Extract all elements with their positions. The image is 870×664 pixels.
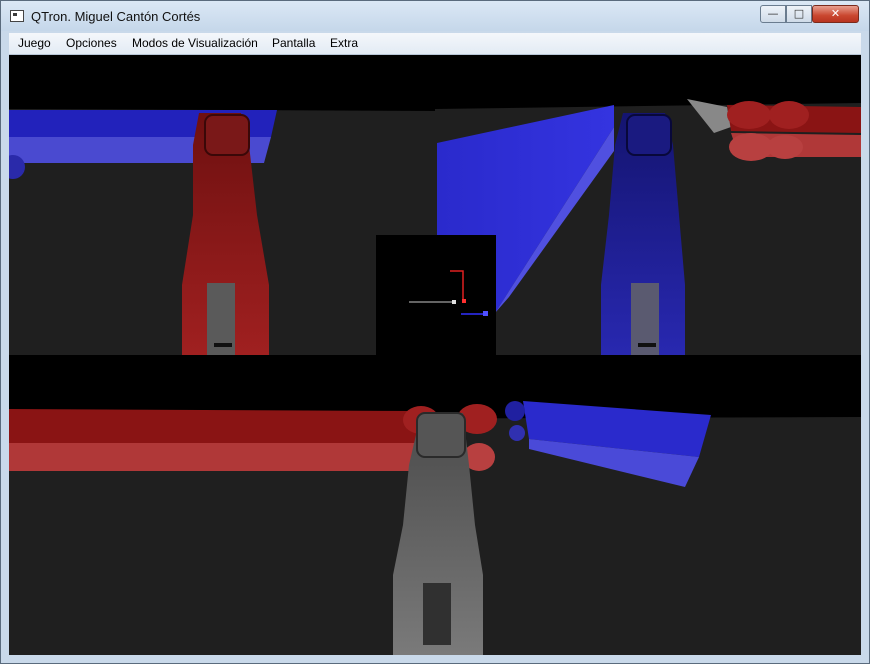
red-cycle-wheel — [767, 135, 803, 159]
app-window: QTron. Miguel Cantón Cortés — □ ✕ Juego … — [0, 0, 870, 664]
menu-extra[interactable]: Extra — [330, 36, 358, 50]
minimap-red-marker — [462, 299, 466, 303]
menu-opciones[interactable]: Opciones — [66, 36, 117, 50]
view-grey-player — [9, 355, 861, 655]
menu-juego[interactable]: Juego — [18, 36, 51, 50]
minimap-background — [376, 235, 496, 355]
game-scene — [9, 55, 861, 655]
blue-cycle-wheel — [509, 425, 525, 441]
maximize-button[interactable]: □ — [786, 5, 812, 23]
view-blue-player — [435, 55, 861, 355]
menu-bar: Juego Opciones Modos de Visualización Pa… — [9, 33, 861, 55]
app-icon — [10, 10, 24, 22]
grey-cycle-panel — [423, 583, 451, 645]
minimap-blue-marker — [483, 311, 488, 316]
red-cycle-wheel — [727, 101, 771, 129]
red-cycle-wheel — [729, 133, 773, 161]
red-cycle-front-wheel — [204, 114, 250, 156]
blue-cycle-slot — [638, 343, 656, 347]
blue-cycle-front-wheel — [626, 114, 672, 156]
minimize-button[interactable]: — — [760, 5, 786, 23]
menu-modos-visualizacion[interactable]: Modos de Visualización — [132, 36, 258, 50]
blue-cycle-wheel — [505, 401, 525, 421]
light-wall-red — [9, 443, 419, 471]
minimap — [376, 235, 496, 355]
red-cycle-wheel — [769, 101, 809, 129]
light-wall-red — [9, 409, 419, 443]
close-button[interactable]: ✕ — [812, 5, 859, 23]
game-viewport[interactable] — [9, 55, 861, 655]
grey-cycle-front-wheel — [416, 412, 466, 458]
title-bar[interactable]: QTron. Miguel Cantón Cortés — □ ✕ — [1, 1, 869, 31]
view-red-player — [9, 55, 435, 355]
minimap-grey-marker — [452, 300, 456, 304]
menu-pantalla[interactable]: Pantalla — [272, 36, 315, 50]
red-cycle-slot — [214, 343, 232, 347]
window-title: QTron. Miguel Cantón Cortés — [31, 9, 201, 24]
